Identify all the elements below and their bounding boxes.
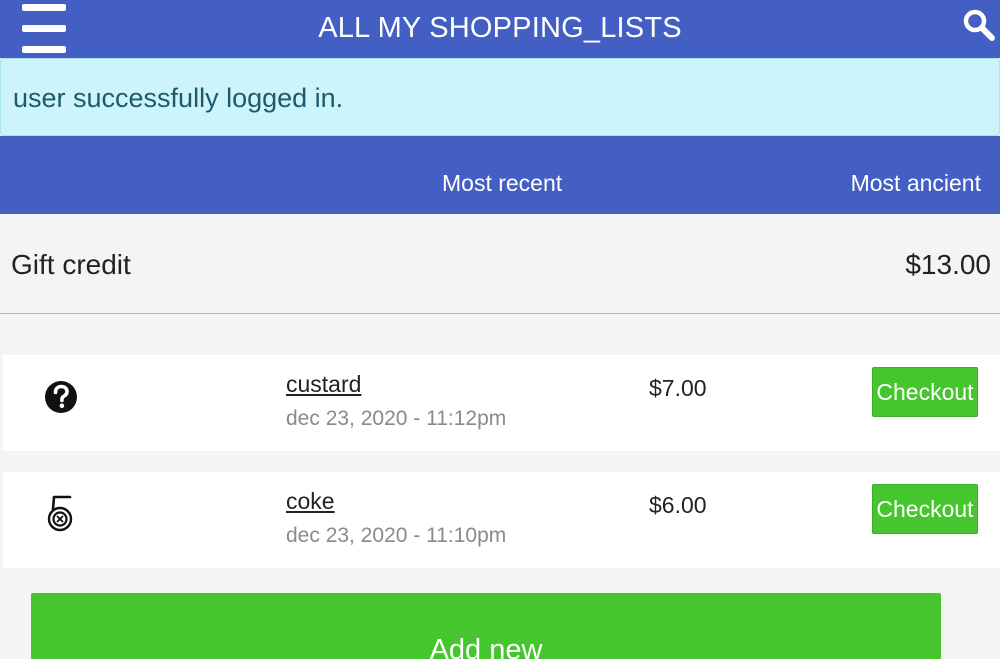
list-date: dec 23, 2020 - 11:10pm xyxy=(286,524,507,547)
sort-most-recent[interactable]: Most recent xyxy=(442,170,562,197)
list-date: dec 23, 2020 - 11:12pm xyxy=(286,407,507,430)
question-circle-icon xyxy=(45,381,77,413)
list-item: custard dec 23, 2020 - 11:12pm $7.00 Che… xyxy=(3,355,1000,451)
page: ALL MY SHOPPING_LISTS user successfully … xyxy=(0,0,1000,659)
list-price: $7.00 xyxy=(649,375,707,401)
success-alert: user successfully logged in. xyxy=(0,58,1000,136)
five-logo-icon xyxy=(47,495,73,532)
checkout-button[interactable]: Checkout xyxy=(872,367,978,417)
list-name-link[interactable]: custard xyxy=(286,371,361,398)
sort-most-ancient[interactable]: Most ancient xyxy=(851,170,981,197)
add-new-button[interactable]: Add new xyxy=(31,593,941,659)
app-header: ALL MY SHOPPING_LISTS xyxy=(0,0,1000,58)
gift-credit-row: Gift credit $13.00 xyxy=(0,214,1000,314)
list-price: $6.00 xyxy=(649,492,707,518)
list-name-link[interactable]: coke xyxy=(286,488,335,515)
alert-message: user successfully logged in. xyxy=(13,83,344,113)
search-icon[interactable] xyxy=(962,8,996,42)
sort-bar: Most recent Most ancient xyxy=(0,136,1000,214)
gift-credit-value: $13.00 xyxy=(905,249,991,280)
page-title: ALL MY SHOPPING_LISTS xyxy=(318,12,682,44)
hamburger-bar xyxy=(22,4,66,11)
list-item: coke dec 23, 2020 - 11:10pm $6.00 Checko… xyxy=(3,472,1000,568)
hamburger-bar xyxy=(22,46,66,53)
checkout-button[interactable]: Checkout xyxy=(872,484,978,534)
gift-credit-label: Gift credit xyxy=(11,249,131,280)
